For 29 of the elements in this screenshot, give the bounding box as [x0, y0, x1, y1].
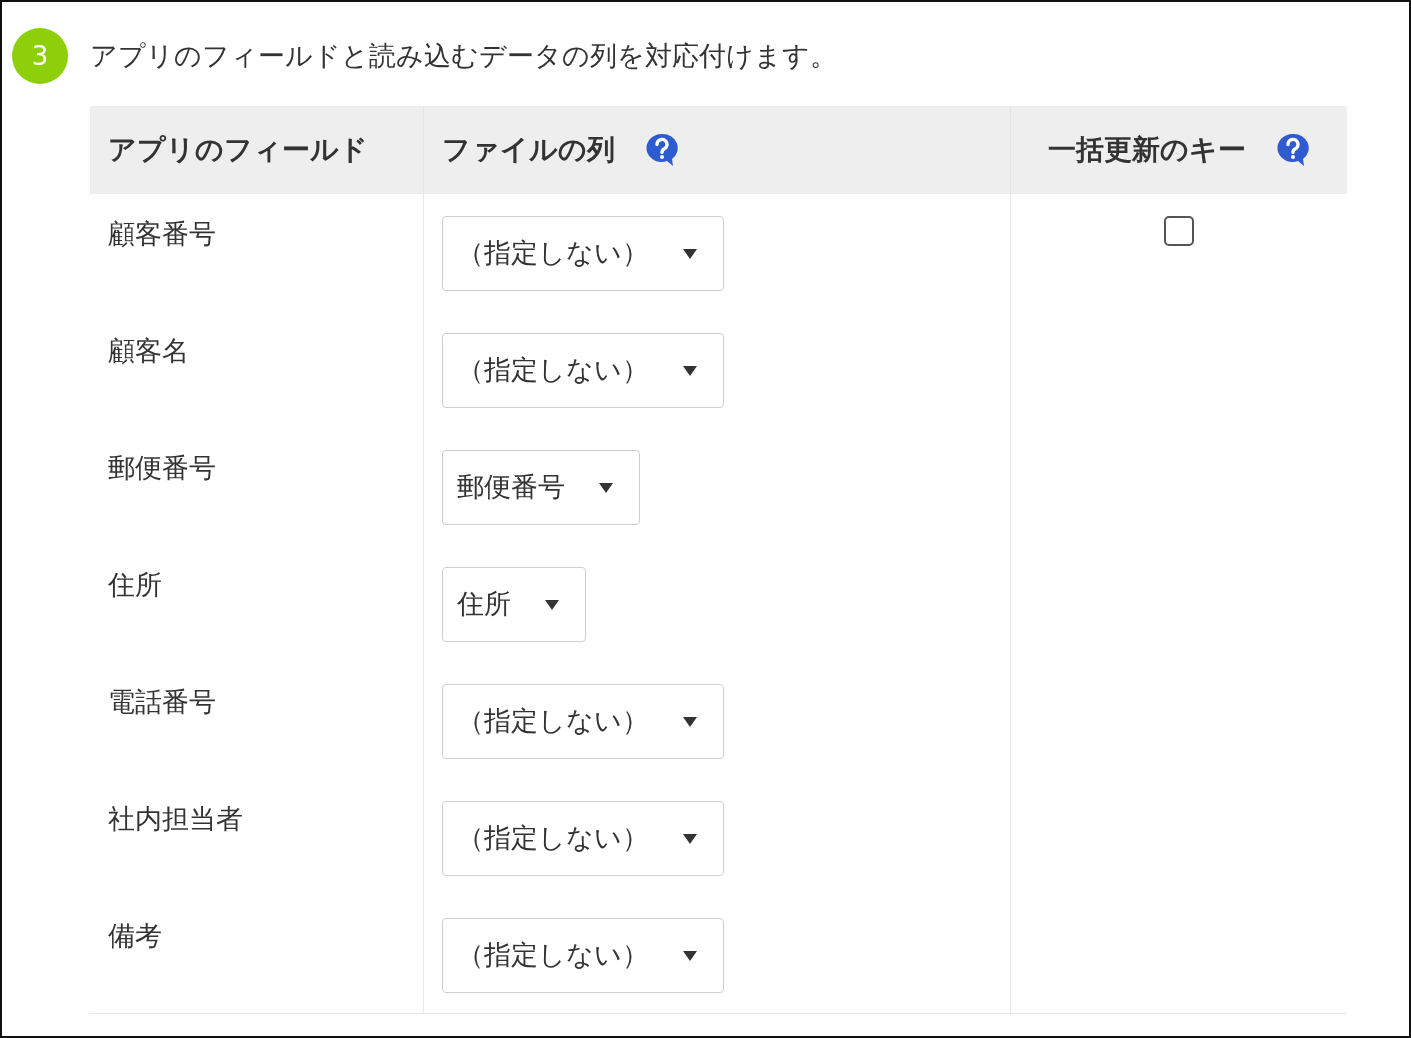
checkbox[interactable]	[1163, 216, 1194, 246]
caret-icon	[682, 365, 697, 376]
instruction-text: アプリのフィールドと読み込むデータの列を対応付けます。	[90, 38, 837, 73]
caret-icon	[544, 599, 559, 610]
column-dropdown[interactable]: （指定しない）	[441, 333, 724, 408]
caret-icon	[682, 716, 697, 727]
field-name: 電話番号	[108, 686, 216, 717]
column-dropdown[interactable]: （指定しない）	[441, 801, 724, 876]
column-dropdown[interactable]: 住所	[441, 567, 586, 642]
column-header: ファイルの列	[441, 132, 615, 168]
help-icon[interactable]	[644, 132, 679, 168]
column-dropdown[interactable]: （指定しない）	[441, 684, 724, 759]
column-dropdown[interactable]: （指定しない）	[441, 216, 724, 291]
caret-icon	[682, 248, 697, 259]
column-dropdown[interactable]: 郵便番号	[441, 450, 640, 525]
column-header: アプリのフィールド	[108, 132, 368, 168]
field-name: 備考	[108, 920, 162, 951]
field-name: 社内担当者	[108, 803, 243, 834]
column-dropdown[interactable]: （指定しない）	[441, 918, 724, 993]
column-header: 一括更新のキー	[1047, 132, 1246, 168]
step-number: 3	[12, 28, 68, 84]
caret-icon	[598, 482, 613, 493]
field-name: 郵便番号	[108, 452, 216, 483]
field-name: 住所	[108, 569, 162, 600]
caret-icon	[682, 833, 697, 844]
caret-icon	[682, 950, 697, 961]
help-icon[interactable]	[1275, 132, 1310, 168]
field-name: 顧客番号	[108, 218, 216, 249]
field-name: 顧客名	[108, 335, 189, 366]
